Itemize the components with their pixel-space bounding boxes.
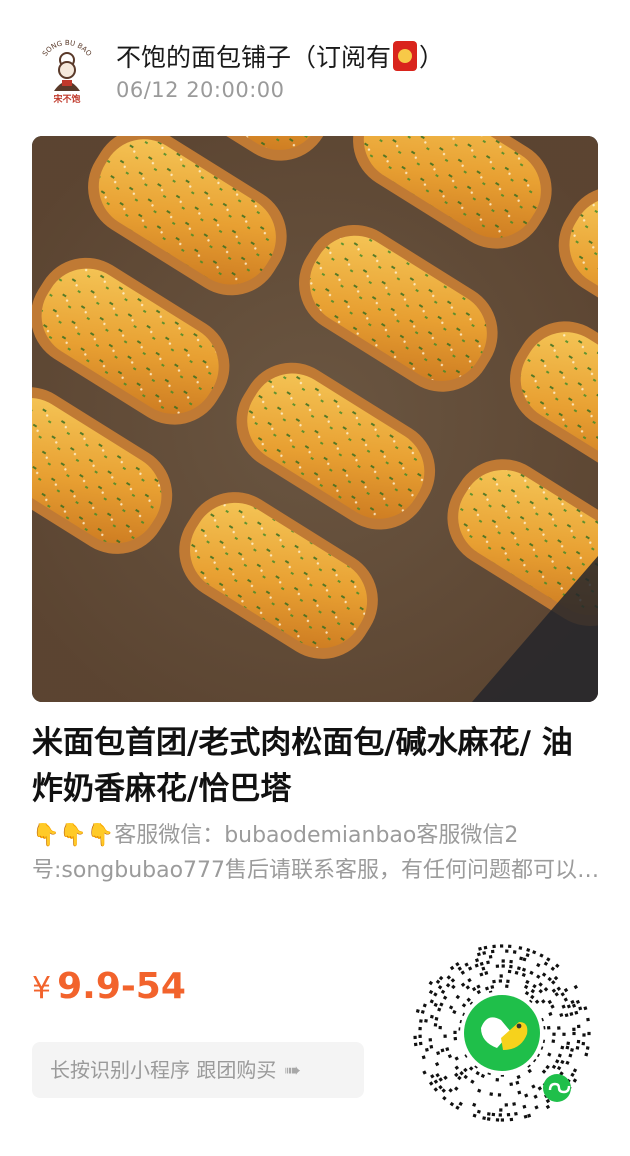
- price-range: ¥9.9-54: [32, 966, 186, 1007]
- shop-avatar[interactable]: SONG BU BAO 宋不饱: [32, 36, 102, 106]
- product-title[interactable]: 米面包首团/老式肉松面包/碱水麻花/ 油炸奶香麻花/恰巴塔: [32, 720, 602, 812]
- product-photo[interactable]: [32, 136, 598, 702]
- avatar-caption: 宋不饱: [52, 93, 80, 105]
- shop-name[interactable]: 不饱的面包铺子（订阅有）: [116, 38, 444, 74]
- price-value: 9.9-54: [57, 966, 186, 1007]
- fu-red-envelope-icon: [393, 41, 418, 71]
- bakery-logo-icon: SONG BU BAO 宋不饱: [41, 39, 93, 105]
- mini-program-qr-code[interactable]: [407, 938, 597, 1128]
- pork-floss-bread-image: [32, 136, 598, 702]
- currency-symbol: ¥: [32, 971, 52, 1006]
- post-header: SONG BU BAO 宋不饱 不饱的面包铺子（订阅有） 06/12 20:00…: [32, 32, 602, 112]
- qr-code-icon: [408, 939, 596, 1127]
- product-description: 👇👇👇客服微信：bubaodemianbao客服微信2号:songbubao77…: [32, 818, 602, 888]
- cta-label: 长按识别小程序 跟团购买: [50, 1058, 277, 1082]
- pointing-down-hand-icon: 👇👇👇: [32, 823, 115, 848]
- pointing-hand-arrow-icon: ➠: [284, 1058, 302, 1082]
- post-time: 06/12 20:00:00: [116, 78, 285, 102]
- description-text: 客服微信：bubaodemianbao客服微信2号:songbubao777售后…: [32, 823, 600, 883]
- join-group-buy-button[interactable]: 长按识别小程序 跟团购买 ➠: [32, 1042, 364, 1098]
